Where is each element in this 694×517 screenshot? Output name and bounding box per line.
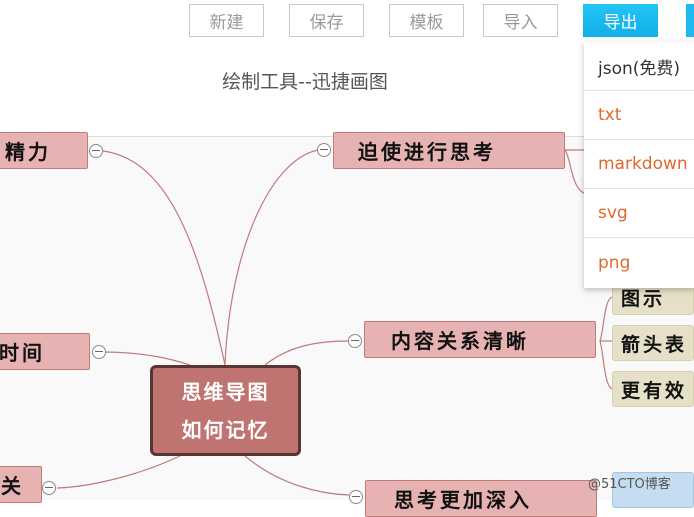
- export-dropdown: json(免费) txt markdown svg png: [584, 42, 694, 288]
- collapse-toggle-icon[interactable]: [42, 481, 56, 495]
- export-json-option[interactable]: json(免费): [584, 42, 694, 91]
- export-png-option[interactable]: png: [584, 238, 694, 287]
- node-time[interactable]: 时间: [0, 333, 90, 370]
- export-txt-option[interactable]: txt: [584, 91, 694, 140]
- leaf-more-effective[interactable]: 更有效: [612, 371, 694, 407]
- root-line-2: 如何记忆: [181, 417, 270, 442]
- leaf-arrow[interactable]: 箭头表: [612, 325, 694, 361]
- node-force-thinking[interactable]: 迫使进行思考: [333, 132, 565, 169]
- node-energy[interactable]: 精力: [0, 132, 88, 169]
- node-clear-relations[interactable]: 内容关系清晰: [364, 321, 596, 358]
- root-line-1: 思维导图: [181, 379, 270, 404]
- node-bottom-left[interactable]: 关: [0, 466, 42, 503]
- watermark: @51CTO博客: [588, 477, 671, 492]
- collapse-toggle-icon[interactable]: [348, 334, 362, 348]
- collapse-toggle-icon[interactable]: [92, 345, 106, 359]
- root-node[interactable]: 思维导图 如何记忆: [150, 365, 301, 456]
- collapse-toggle-icon[interactable]: [89, 144, 103, 158]
- collapse-toggle-icon[interactable]: [317, 143, 331, 157]
- export-markdown-option[interactable]: markdown: [584, 140, 694, 189]
- collapse-toggle-icon[interactable]: [349, 490, 363, 504]
- export-svg-option[interactable]: svg: [584, 189, 694, 238]
